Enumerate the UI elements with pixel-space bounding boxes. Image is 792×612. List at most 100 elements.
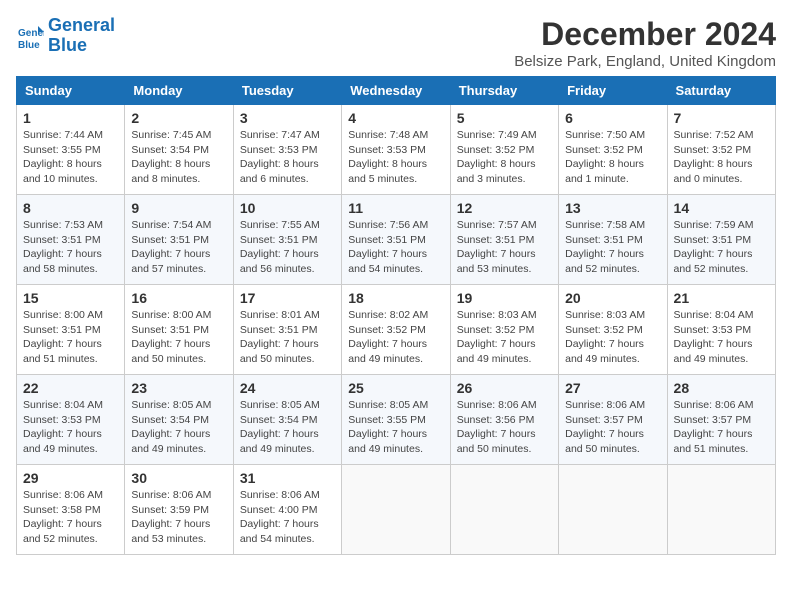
day-info: Sunrise: 7:45 AM Sunset: 3:54 PM Dayligh… [131, 128, 226, 187]
day-info: Sunrise: 8:05 AM Sunset: 3:54 PM Dayligh… [131, 398, 226, 457]
day-number: 23 [131, 380, 226, 396]
day-info: Sunrise: 8:06 AM Sunset: 3:57 PM Dayligh… [565, 398, 660, 457]
day-info: Sunrise: 7:58 AM Sunset: 3:51 PM Dayligh… [565, 218, 660, 277]
calendar-header-tuesday: Tuesday [233, 77, 341, 105]
calendar-cell: 20 Sunrise: 8:03 AM Sunset: 3:52 PM Dayli… [559, 285, 667, 375]
day-info: Sunrise: 8:06 AM Sunset: 4:00 PM Dayligh… [240, 488, 335, 547]
calendar-header-monday: Monday [125, 77, 233, 105]
calendar-cell: 12 Sunrise: 7:57 AM Sunset: 3:51 PM Dayli… [450, 195, 558, 285]
day-number: 12 [457, 200, 552, 216]
day-number: 21 [674, 290, 769, 306]
calendar-body: 1 Sunrise: 7:44 AM Sunset: 3:55 PM Daylig… [17, 105, 776, 555]
calendar-cell [667, 465, 775, 555]
calendar-cell: 7Sunrise: 7:52 AM Sunset: 3:52 PM Daylig… [667, 105, 775, 195]
calendar-header-saturday: Saturday [667, 77, 775, 105]
day-info: Sunrise: 8:03 AM Sunset: 3:52 PM Dayligh… [565, 308, 660, 367]
day-number: 14 [674, 200, 769, 216]
calendar-cell [559, 465, 667, 555]
svg-text:Blue: Blue [18, 40, 40, 50]
day-info: Sunrise: 7:44 AM Sunset: 3:55 PM Dayligh… [23, 128, 118, 187]
calendar-cell: 9Sunrise: 7:54 AM Sunset: 3:51 PM Daylig… [125, 195, 233, 285]
calendar-cell: 30Sunrise: 8:06 AM Sunset: 3:59 PM Dayli… [125, 465, 233, 555]
calendar-cell: 21 Sunrise: 8:04 AM Sunset: 3:53 PM Dayli… [667, 285, 775, 375]
day-number: 22 [23, 380, 118, 396]
title-area: December 2024 Belsize Park, England, Uni… [514, 16, 776, 70]
day-info: Sunrise: 7:48 AM Sunset: 3:53 PM Dayligh… [348, 128, 443, 187]
calendar-cell: 2 Sunrise: 7:45 AM Sunset: 3:54 PM Daylig… [125, 105, 233, 195]
calendar-week-3: 15 Sunrise: 8:00 AM Sunset: 3:51 PM Dayli… [17, 285, 776, 375]
calendar-week-2: 8 Sunrise: 7:53 AM Sunset: 3:51 PM Daylig… [17, 195, 776, 285]
day-info: Sunrise: 8:04 AM Sunset: 3:53 PM Dayligh… [674, 308, 769, 367]
calendar-cell: 4Sunrise: 7:48 AM Sunset: 3:53 PM Daylig… [342, 105, 450, 195]
calendar-table: SundayMondayTuesdayWednesdayThursdayFrid… [16, 76, 776, 555]
location-subtitle: Belsize Park, England, United Kingdom [514, 53, 776, 70]
page-header: General Blue General Blue December 2024 … [16, 16, 776, 70]
calendar-cell: 16 Sunrise: 8:00 AM Sunset: 3:51 PM Dayli… [125, 285, 233, 375]
day-info: Sunrise: 8:06 AM Sunset: 3:58 PM Dayligh… [23, 488, 118, 547]
day-number: 16 [131, 290, 226, 306]
calendar-header-wednesday: Wednesday [342, 77, 450, 105]
day-info: Sunrise: 8:04 AM Sunset: 3:53 PM Dayligh… [23, 398, 118, 457]
day-number: 8 [23, 200, 118, 216]
calendar-week-5: 29Sunrise: 8:06 AM Sunset: 3:58 PM Dayli… [17, 465, 776, 555]
logo-text-line1: General [48, 16, 115, 36]
day-number: 17 [240, 290, 335, 306]
day-info: Sunrise: 8:00 AM Sunset: 3:51 PM Dayligh… [131, 308, 226, 367]
logo-text-line2: Blue [48, 36, 115, 56]
calendar-cell: 11Sunrise: 7:56 AM Sunset: 3:51 PM Dayli… [342, 195, 450, 285]
day-number: 20 [565, 290, 660, 306]
day-number: 18 [348, 290, 443, 306]
day-info: Sunrise: 7:59 AM Sunset: 3:51 PM Dayligh… [674, 218, 769, 277]
calendar-header-sunday: Sunday [17, 77, 125, 105]
day-info: Sunrise: 8:00 AM Sunset: 3:51 PM Dayligh… [23, 308, 118, 367]
day-info: Sunrise: 8:05 AM Sunset: 3:55 PM Dayligh… [348, 398, 443, 457]
day-number: 5 [457, 110, 552, 126]
calendar-cell: 22 Sunrise: 8:04 AM Sunset: 3:53 PM Dayli… [17, 375, 125, 465]
calendar-cell: 23 Sunrise: 8:05 AM Sunset: 3:54 PM Dayli… [125, 375, 233, 465]
calendar-cell: 18Sunrise: 8:02 AM Sunset: 3:52 PM Dayli… [342, 285, 450, 375]
day-number: 10 [240, 200, 335, 216]
calendar-cell: 27Sunrise: 8:06 AM Sunset: 3:57 PM Dayli… [559, 375, 667, 465]
calendar-cell: 31 Sunrise: 8:06 AM Sunset: 4:00 PM Dayli… [233, 465, 341, 555]
day-info: Sunrise: 8:06 AM Sunset: 3:57 PM Dayligh… [674, 398, 769, 457]
calendar-cell: 14 Sunrise: 7:59 AM Sunset: 3:51 PM Dayli… [667, 195, 775, 285]
calendar-cell: 1 Sunrise: 7:44 AM Sunset: 3:55 PM Daylig… [17, 105, 125, 195]
calendar-cell [342, 465, 450, 555]
day-info: Sunrise: 7:57 AM Sunset: 3:51 PM Dayligh… [457, 218, 552, 277]
day-number: 2 [131, 110, 226, 126]
calendar-cell: 25 Sunrise: 8:05 AM Sunset: 3:55 PM Dayli… [342, 375, 450, 465]
day-number: 26 [457, 380, 552, 396]
day-number: 31 [240, 470, 335, 486]
day-number: 24 [240, 380, 335, 396]
calendar-cell: 8 Sunrise: 7:53 AM Sunset: 3:51 PM Daylig… [17, 195, 125, 285]
month-title: December 2024 [514, 16, 776, 53]
day-number: 13 [565, 200, 660, 216]
day-number: 30 [131, 470, 226, 486]
calendar-cell: 5 Sunrise: 7:49 AM Sunset: 3:52 PM Daylig… [450, 105, 558, 195]
day-number: 11 [348, 200, 443, 216]
calendar-cell: 17Sunrise: 8:01 AM Sunset: 3:51 PM Dayli… [233, 285, 341, 375]
calendar-cell: 13 Sunrise: 7:58 AM Sunset: 3:51 PM Dayli… [559, 195, 667, 285]
calendar-header-friday: Friday [559, 77, 667, 105]
calendar-cell [450, 465, 558, 555]
calendar-week-4: 22 Sunrise: 8:04 AM Sunset: 3:53 PM Dayli… [17, 375, 776, 465]
calendar-header-thursday: Thursday [450, 77, 558, 105]
day-info: Sunrise: 7:55 AM Sunset: 3:51 PM Dayligh… [240, 218, 335, 277]
day-number: 1 [23, 110, 118, 126]
calendar-cell: 29Sunrise: 8:06 AM Sunset: 3:58 PM Dayli… [17, 465, 125, 555]
calendar-cell: 24 Sunrise: 8:05 AM Sunset: 3:54 PM Dayli… [233, 375, 341, 465]
calendar-cell: 28 Sunrise: 8:06 AM Sunset: 3:57 PM Dayli… [667, 375, 775, 465]
day-info: Sunrise: 8:05 AM Sunset: 3:54 PM Dayligh… [240, 398, 335, 457]
day-number: 3 [240, 110, 335, 126]
calendar-cell: 6Sunrise: 7:50 AM Sunset: 3:52 PM Daylig… [559, 105, 667, 195]
logo: General Blue General Blue [16, 16, 115, 56]
day-number: 15 [23, 290, 118, 306]
day-number: 25 [348, 380, 443, 396]
day-info: Sunrise: 7:53 AM Sunset: 3:51 PM Dayligh… [23, 218, 118, 277]
day-info: Sunrise: 7:52 AM Sunset: 3:52 PM Dayligh… [674, 128, 769, 187]
calendar-cell: 19Sunrise: 8:03 AM Sunset: 3:52 PM Dayli… [450, 285, 558, 375]
day-info: Sunrise: 7:49 AM Sunset: 3:52 PM Dayligh… [457, 128, 552, 187]
day-number: 9 [131, 200, 226, 216]
day-number: 28 [674, 380, 769, 396]
logo-icon: General Blue [16, 22, 44, 50]
